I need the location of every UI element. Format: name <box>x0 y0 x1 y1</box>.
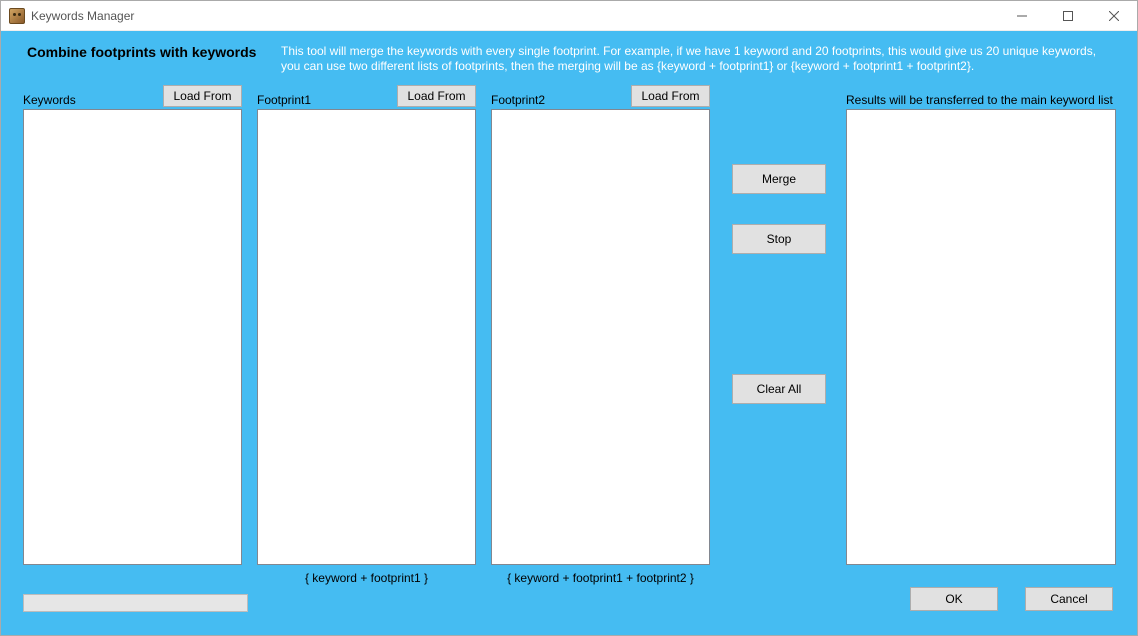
results-list[interactable] <box>846 109 1116 565</box>
progress-bar <box>23 594 248 612</box>
window-title: Keywords Manager <box>31 9 134 23</box>
footprint2-label: Footprint2 <box>491 93 545 107</box>
clear-all-button[interactable]: Clear All <box>732 374 826 404</box>
close-icon <box>1109 11 1119 21</box>
maximize-icon <box>1063 11 1073 21</box>
ok-button[interactable]: OK <box>910 587 998 611</box>
page-heading: Combine footprints with keywords <box>27 44 256 60</box>
client-area: Combine footprints with keywords This to… <box>1 31 1137 635</box>
results-label: Results will be transferred to the main … <box>846 93 1113 107</box>
footprint2-hint: { keyword + footprint1 + footprint2 } <box>491 571 710 585</box>
app-icon <box>9 8 25 24</box>
merge-button[interactable]: Merge <box>732 164 826 194</box>
maximize-button[interactable] <box>1045 1 1091 31</box>
close-button[interactable] <box>1091 1 1137 31</box>
footprint1-list[interactable] <box>257 109 476 565</box>
page-description: This tool will merge the keywords with e… <box>281 44 1117 74</box>
titlebar: Keywords Manager <box>1 1 1137 31</box>
minimize-icon <box>1017 11 1027 21</box>
minimize-button[interactable] <box>999 1 1045 31</box>
footprint2-load-button[interactable]: Load From File <box>631 85 710 107</box>
keywords-list[interactable] <box>23 109 242 565</box>
keywords-label: Keywords <box>23 93 76 107</box>
footprint1-load-button[interactable]: Load From File <box>397 85 476 107</box>
stop-button[interactable]: Stop <box>732 224 826 254</box>
cancel-button[interactable]: Cancel <box>1025 587 1113 611</box>
keywords-load-button[interactable]: Load From File <box>163 85 242 107</box>
footprint2-list[interactable] <box>491 109 710 565</box>
footprint1-label: Footprint1 <box>257 93 311 107</box>
footprint1-hint: { keyword + footprint1 } <box>257 571 476 585</box>
